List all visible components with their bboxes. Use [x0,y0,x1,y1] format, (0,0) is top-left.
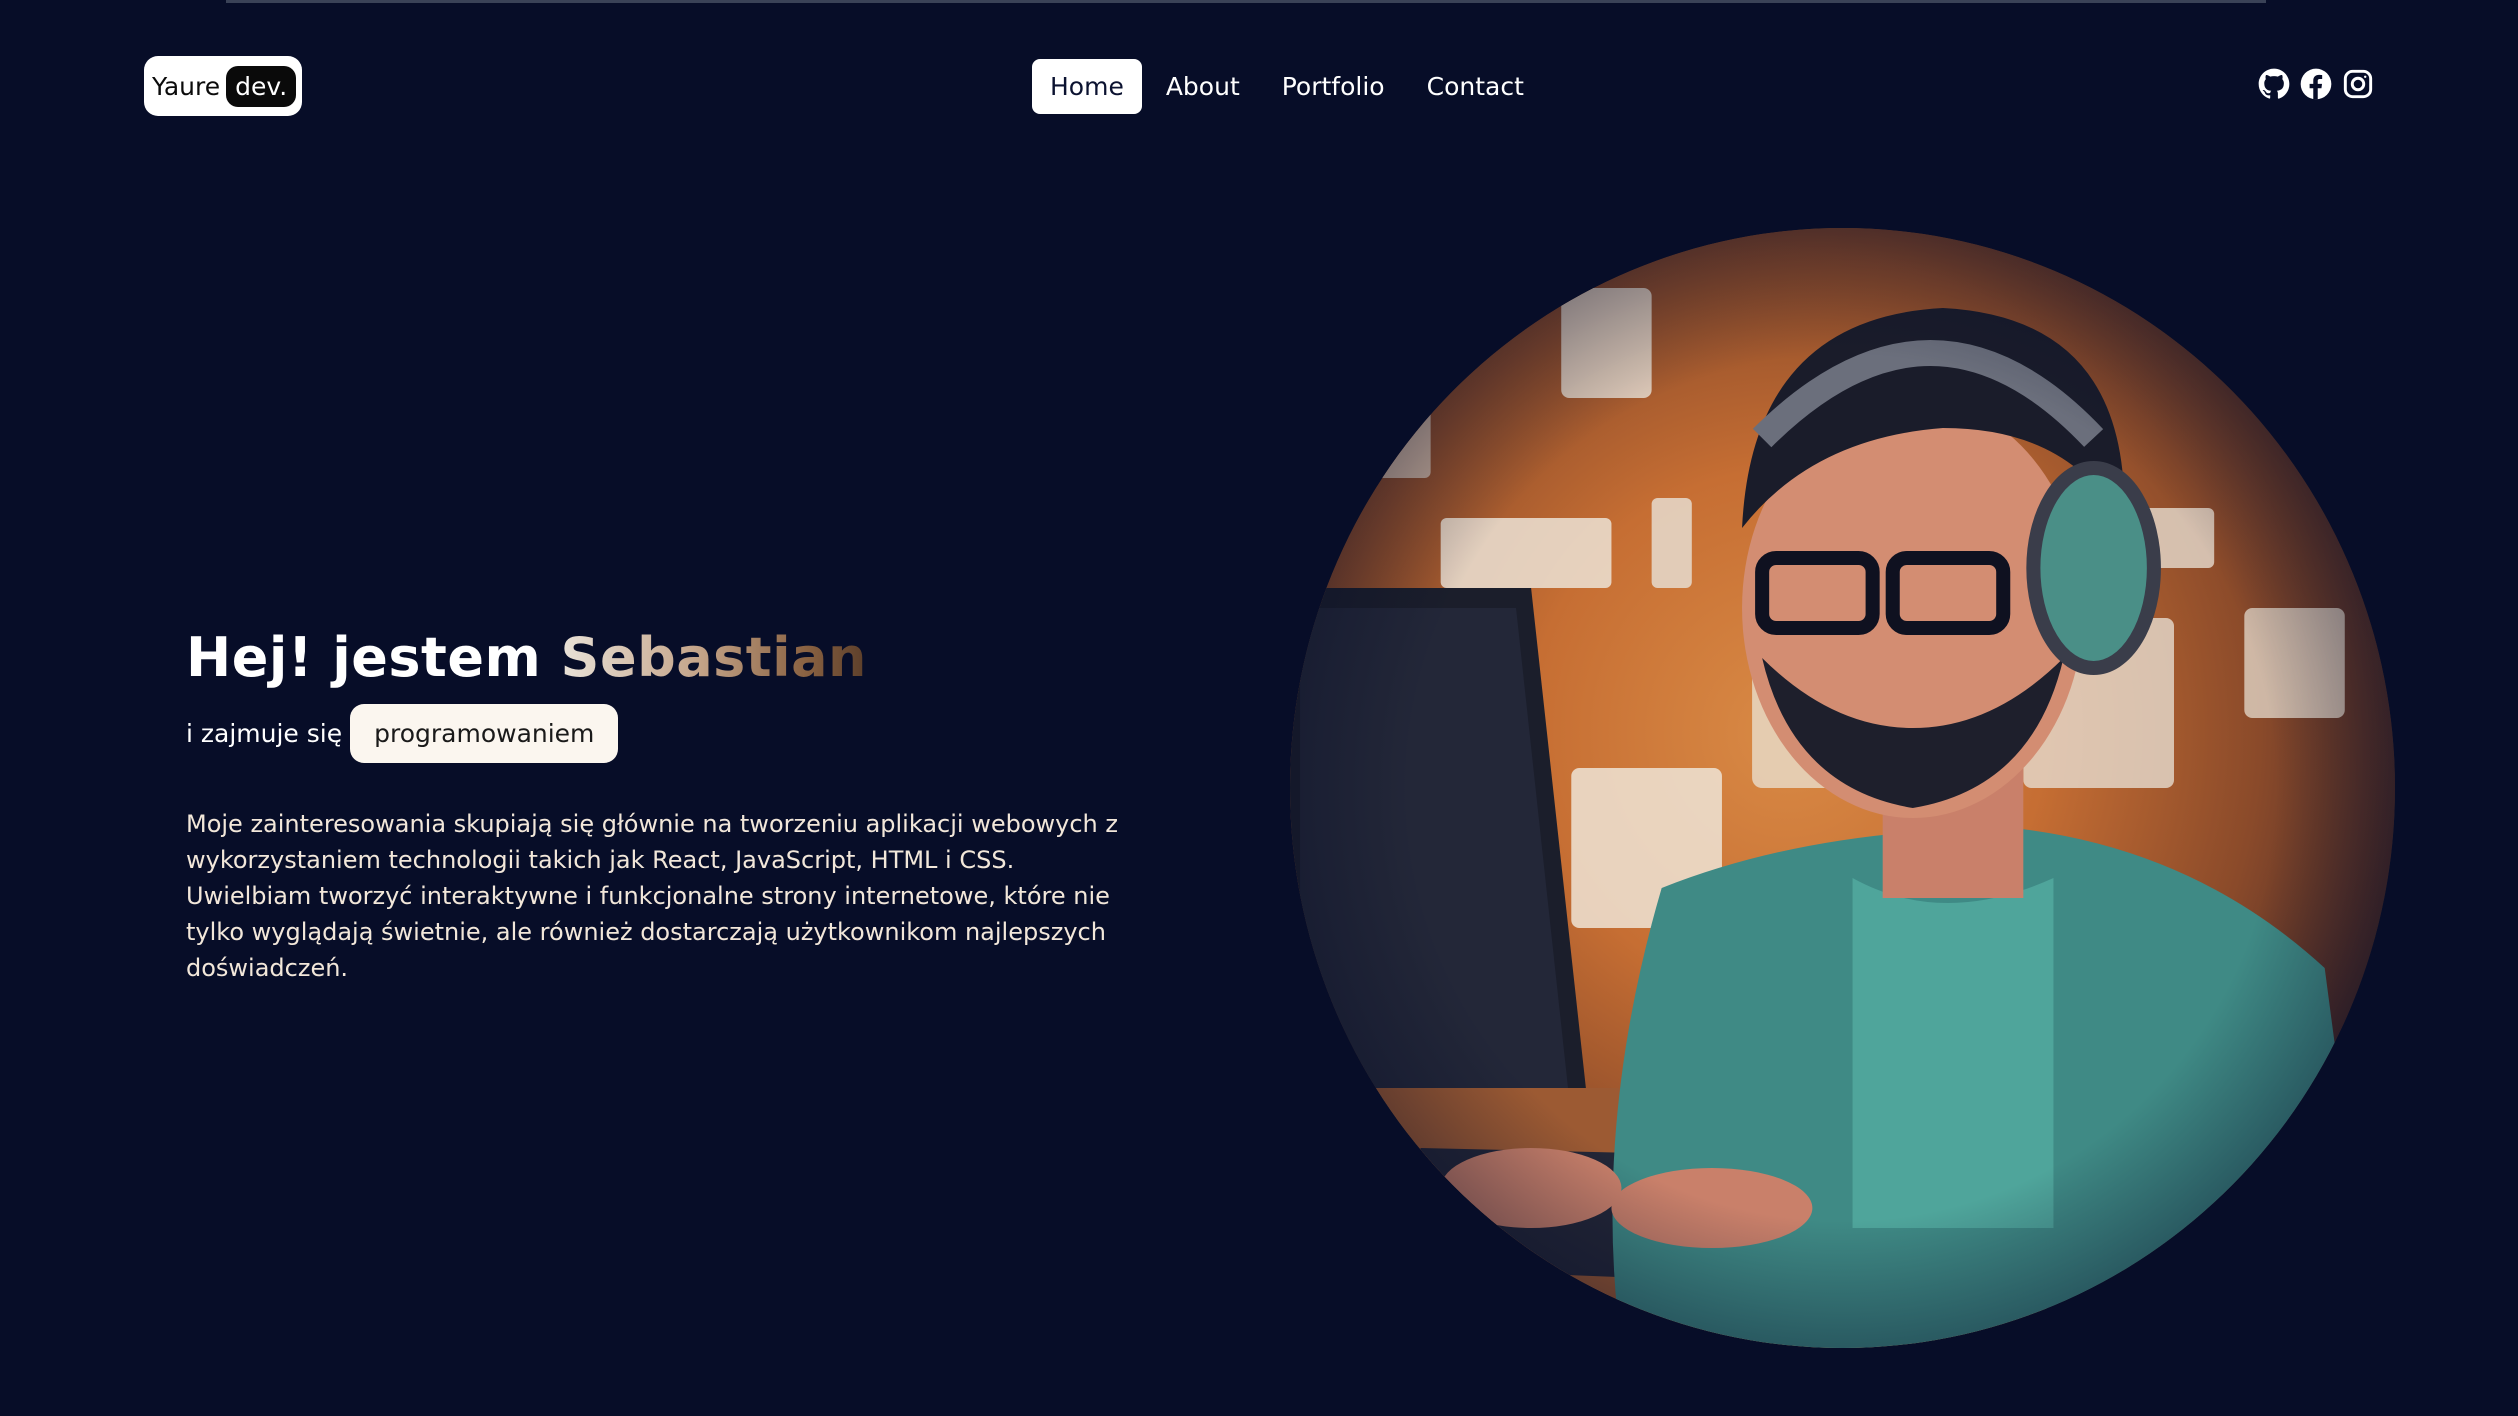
hero-description: Moje zainteresowania skupiają się główni… [186,810,1118,982]
main-nav: Home About Portfolio Contact [1032,56,1548,116]
illustration-graphic [1290,288,2375,1348]
nav-item-portfolio[interactable]: Portfolio [1264,59,1403,114]
logo-text: Yaure [152,71,221,101]
hero-title-prefix: Hej! jestem [186,626,561,689]
page: Yaure dev. Home About Portfolio Contact … [0,0,2518,1416]
instagram-icon[interactable] [2342,68,2374,100]
logo-pill: dev. [226,65,297,107]
hero-subtitle: i zajmuje się programowaniem [186,704,619,763]
nav-item-home[interactable]: Home [1032,58,1142,114]
github-icon[interactable] [2258,68,2290,100]
skill-badge: programowaniem [350,704,619,763]
social-links [2258,68,2374,100]
hero-title: Hej! jestem Sebastian [186,626,867,689]
subtitle-prefix: i zajmuje się [186,719,343,748]
logo[interactable]: Yaure dev. [144,56,303,116]
nav-item-about[interactable]: About [1148,59,1258,114]
top-scroll-indicator [226,0,2266,3]
developer-illustration [1290,228,2395,1348]
facebook-icon[interactable] [2300,68,2332,100]
nav-item-contact[interactable]: Contact [1409,59,1542,114]
hero-title-name: Sebastian [560,626,868,689]
